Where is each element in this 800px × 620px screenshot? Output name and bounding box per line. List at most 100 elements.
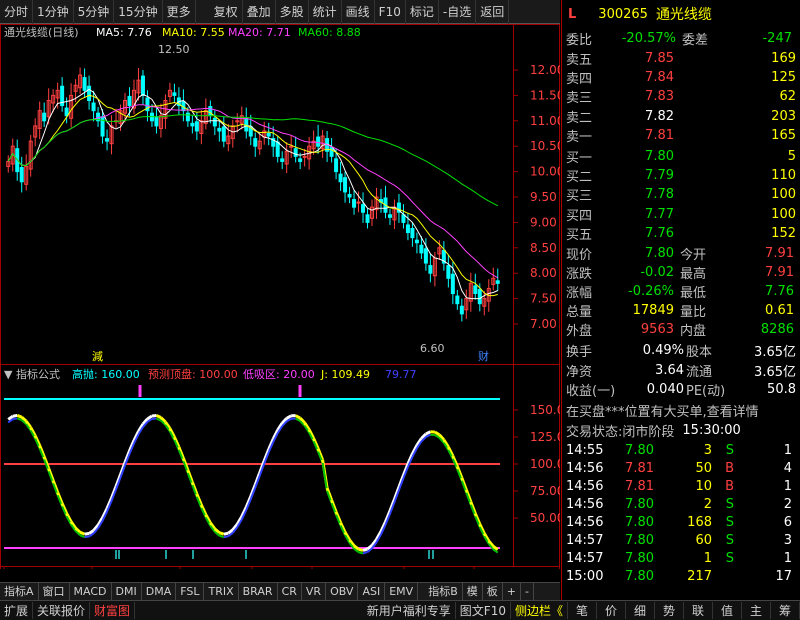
indicator-tab-2[interactable]: MACD — [70, 582, 112, 601]
indicator-name[interactable]: ▼ 指标公式 — [4, 367, 60, 381]
indicator-tab-17[interactable]: - — [521, 582, 534, 601]
toolbar-btn-12[interactable]: -自选 — [439, 0, 477, 24]
candle-body — [293, 148, 298, 157]
ask-row-4[interactable]: 卖一 7.81 165 — [562, 126, 800, 145]
toolbar-btn-1[interactable]: 1分钟 — [33, 0, 74, 24]
ask-row-3[interactable]: 卖二 7.82 203 — [562, 107, 800, 126]
tick-time: 14:56 — [566, 515, 604, 530]
stat2-row-1: 净资 3.64 流通 3.65亿 — [562, 361, 800, 380]
side-tool-5[interactable]: 值 — [713, 602, 742, 619]
weibi-row: 委比 -20.57% 委差 -247 — [562, 29, 800, 48]
side-tool-1[interactable]: 价 — [597, 602, 626, 619]
tick-row: 14:56 7.81 10 B 1 — [562, 477, 800, 496]
toolbar-btn-9[interactable]: 画线 — [342, 0, 375, 24]
candle-body — [410, 227, 415, 239]
trade-state-value: 闭市阶段 — [622, 425, 675, 440]
book-price: 7.76 — [645, 225, 674, 241]
status-right-1[interactable]: 图文F10 — [456, 602, 511, 619]
status-left-2[interactable]: 财富图 — [90, 602, 136, 619]
toolbar-btn-6[interactable]: 叠加 — [243, 0, 276, 24]
status-left-1[interactable]: 关联报价 — [33, 602, 91, 619]
ask-row-0[interactable]: 卖五 7.85 169 — [562, 49, 800, 68]
price-tick-label: 10.00 — [530, 165, 560, 179]
weicha-value: -247 — [762, 31, 792, 46]
bid-row-7[interactable]: 买三 7.78 100 — [562, 185, 800, 204]
indicator-tab-11[interactable]: ASI — [358, 582, 386, 601]
indicator-tab-16[interactable]: + — [503, 582, 521, 601]
indicator-tab-14[interactable]: 模 — [463, 582, 483, 601]
toolbar-btn-8[interactable]: 统计 — [309, 0, 342, 24]
ask-row-1[interactable]: 卖四 7.84 125 — [562, 68, 800, 87]
stat-label: PE(动) — [686, 384, 726, 399]
toolbar-btn-2[interactable]: 5分钟 — [74, 0, 115, 24]
toolbar-btn-11[interactable]: 标记 — [406, 0, 439, 24]
ma-legend-2: MA20: 7.71 — [228, 26, 291, 39]
book-label: 买五 — [566, 227, 593, 243]
book-volume: 125 — [771, 70, 796, 86]
bid-row-9[interactable]: 买五 7.76 152 — [562, 224, 800, 243]
indicator-tab-1[interactable]: 窗口 — [39, 582, 70, 601]
side-tool-7[interactable]: 筹 — [771, 602, 800, 619]
indicator-tab-10[interactable]: OBV — [326, 582, 359, 601]
stat-value: 3.65亿 — [754, 345, 796, 360]
osc-shadow — [223, 535, 229, 539]
book-label: 买一 — [566, 151, 593, 166]
ask-row-2[interactable]: 卖三 7.83 62 — [562, 87, 800, 106]
toolbar-btn-13[interactable]: 返回 — [476, 0, 510, 24]
bid-row-5[interactable]: 买一 7.80 5 — [562, 147, 800, 166]
cai-marker: 财 — [478, 349, 489, 363]
indicator-tab-5[interactable]: FSL — [176, 582, 205, 601]
toolbar-btn-4[interactable]: 更多 — [163, 0, 196, 24]
book-label: 卖一 — [566, 129, 593, 145]
status-left-0[interactable]: 扩展 — [0, 602, 34, 619]
side-tool-0[interactable]: 笔 — [568, 602, 597, 619]
candle-body — [221, 126, 226, 142]
bid-row-6[interactable]: 买二 7.79 110 — [562, 166, 800, 185]
stat-label: 最低 — [680, 286, 707, 301]
tick-side: S — [725, 515, 734, 530]
indicator-tab-7[interactable]: BRAR — [239, 582, 278, 601]
tick-time: 14:56 — [566, 479, 604, 494]
side-tool-4[interactable]: 联 — [684, 602, 713, 619]
indicator-tab-0[interactable]: 指标A — [0, 582, 39, 601]
indicator-tick-label: 75.00 — [530, 484, 560, 498]
candle-body — [105, 138, 110, 142]
status-right-2[interactable]: 侧边栏《 — [511, 602, 568, 619]
osc-segment — [285, 414, 292, 420]
stat-row-4: 外盘 9563 内盘 8286 — [562, 320, 800, 339]
price-tick-label: 7.50 — [530, 292, 557, 306]
toolbar-btn-3[interactable]: 15分钟 — [114, 0, 163, 24]
status-right-0[interactable]: 新用户福利专享 — [363, 602, 456, 619]
big-order-notice[interactable]: 在买盘***位置有大买单,查看详情 — [562, 401, 759, 420]
indicator-tab-12[interactable]: EMV — [385, 582, 419, 601]
ma10-line — [7, 94, 498, 297]
toolbar-btn-0[interactable]: 分时 — [0, 0, 34, 24]
tick-time: 14:57 — [566, 551, 604, 566]
tick-side: S — [725, 533, 734, 548]
osc-shadow — [219, 534, 225, 539]
indicator-tab-13[interactable]: 指标B — [424, 582, 463, 601]
side-tool-3[interactable]: 势 — [655, 602, 684, 619]
weibi-value: -20.57% — [621, 31, 676, 46]
indicator-tab-4[interactable]: DMA — [142, 582, 177, 601]
indicator-tab-3[interactable]: DMI — [112, 582, 142, 601]
book-label: 买二 — [566, 170, 593, 186]
toolbar-btn-10[interactable]: F10 — [375, 0, 406, 24]
toolbar-btn-5[interactable]: 复权 — [210, 0, 243, 24]
indicator-tab-9[interactable]: VR — [302, 582, 327, 601]
candle-body — [365, 214, 370, 223]
tick-volume: 2 — [703, 497, 712, 512]
indicator-tab-15[interactable]: 板 — [483, 582, 503, 601]
bid-row-8[interactable]: 买四 7.77 100 — [562, 205, 800, 224]
indicator-tab-6[interactable]: TRIX — [204, 582, 239, 601]
side-tool-2[interactable]: 细 — [626, 602, 655, 619]
book-label: 卖二 — [566, 110, 593, 126]
stock-name: 通光线缆 — [655, 7, 712, 23]
toolbar-btn-7[interactable]: 多股 — [276, 0, 309, 24]
osc-shadow — [362, 551, 368, 555]
kline-chart-area[interactable]: 通光线缆(日线) MA5: 7.76 MA10: 7.55 MA20: 7.71 MA6… — [0, 24, 560, 569]
notice-row[interactable]: 在买盘***位置有大买单,查看详情 — [562, 401, 800, 420]
indicator-tab-8[interactable]: CR — [278, 582, 302, 601]
tick-row: 15:00 7.80 217 17 — [562, 567, 800, 586]
side-tool-6[interactable]: 主 — [742, 602, 771, 619]
